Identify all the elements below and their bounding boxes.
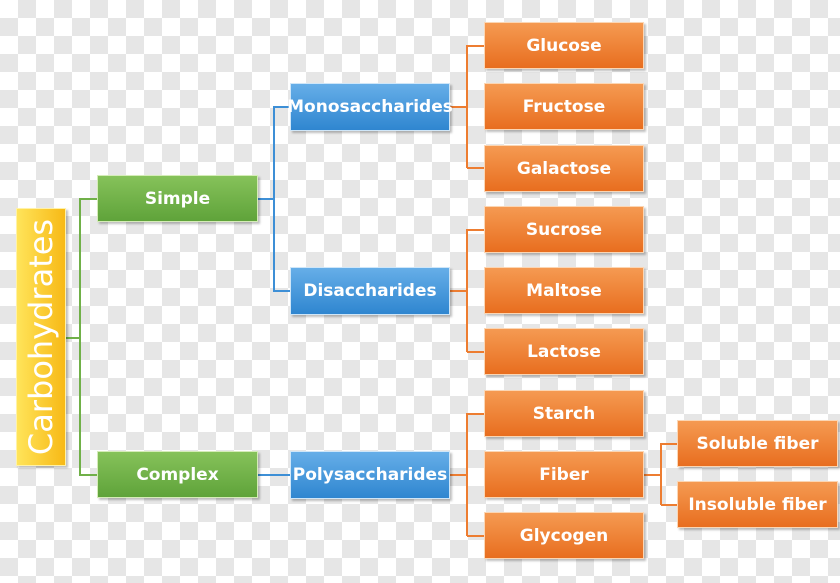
node-monosaccharides: Monosaccharides	[287, 83, 453, 131]
node-fiber: Fiber	[484, 451, 644, 498]
node-simple: Simple	[97, 175, 258, 222]
connector	[450, 474, 467, 476]
connector	[467, 167, 484, 169]
node-galactose: Galactose	[484, 145, 644, 192]
connector	[79, 198, 81, 476]
connector	[661, 443, 677, 445]
connector	[80, 198, 97, 200]
connector	[466, 229, 468, 352]
connector	[258, 474, 290, 476]
node-soluble-fiber: Soluble fiber	[677, 420, 838, 467]
node-carbohydrates: Carbohydrates	[16, 208, 66, 466]
node-maltose: Maltose	[484, 267, 644, 314]
connector	[450, 290, 467, 292]
connector	[467, 413, 484, 415]
connector	[466, 413, 468, 536]
node-insoluble-fiber: Insoluble fiber	[677, 481, 838, 528]
node-fructose: Fructose	[484, 83, 644, 130]
connector	[80, 474, 97, 476]
connector	[467, 351, 484, 353]
connector	[661, 504, 677, 506]
connector	[467, 229, 484, 231]
connector	[467, 45, 484, 47]
node-starch: Starch	[484, 390, 644, 437]
connector	[466, 45, 468, 168]
connector	[258, 198, 274, 200]
node-lactose: Lactose	[484, 328, 644, 375]
connector	[467, 535, 484, 537]
connector	[273, 106, 275, 292]
node-disaccharides: Disaccharides	[290, 267, 450, 315]
connector	[644, 474, 661, 476]
connector	[660, 443, 662, 505]
node-glycogen: Glycogen	[484, 512, 644, 559]
connector	[66, 337, 80, 339]
node-glucose: Glucose	[484, 22, 644, 69]
node-complex: Complex	[97, 451, 258, 498]
node-sucrose: Sucrose	[484, 206, 644, 253]
node-label: Carbohydrates	[22, 218, 61, 456]
connector	[274, 290, 290, 292]
node-polysaccharides: Polysaccharides	[290, 451, 450, 499]
